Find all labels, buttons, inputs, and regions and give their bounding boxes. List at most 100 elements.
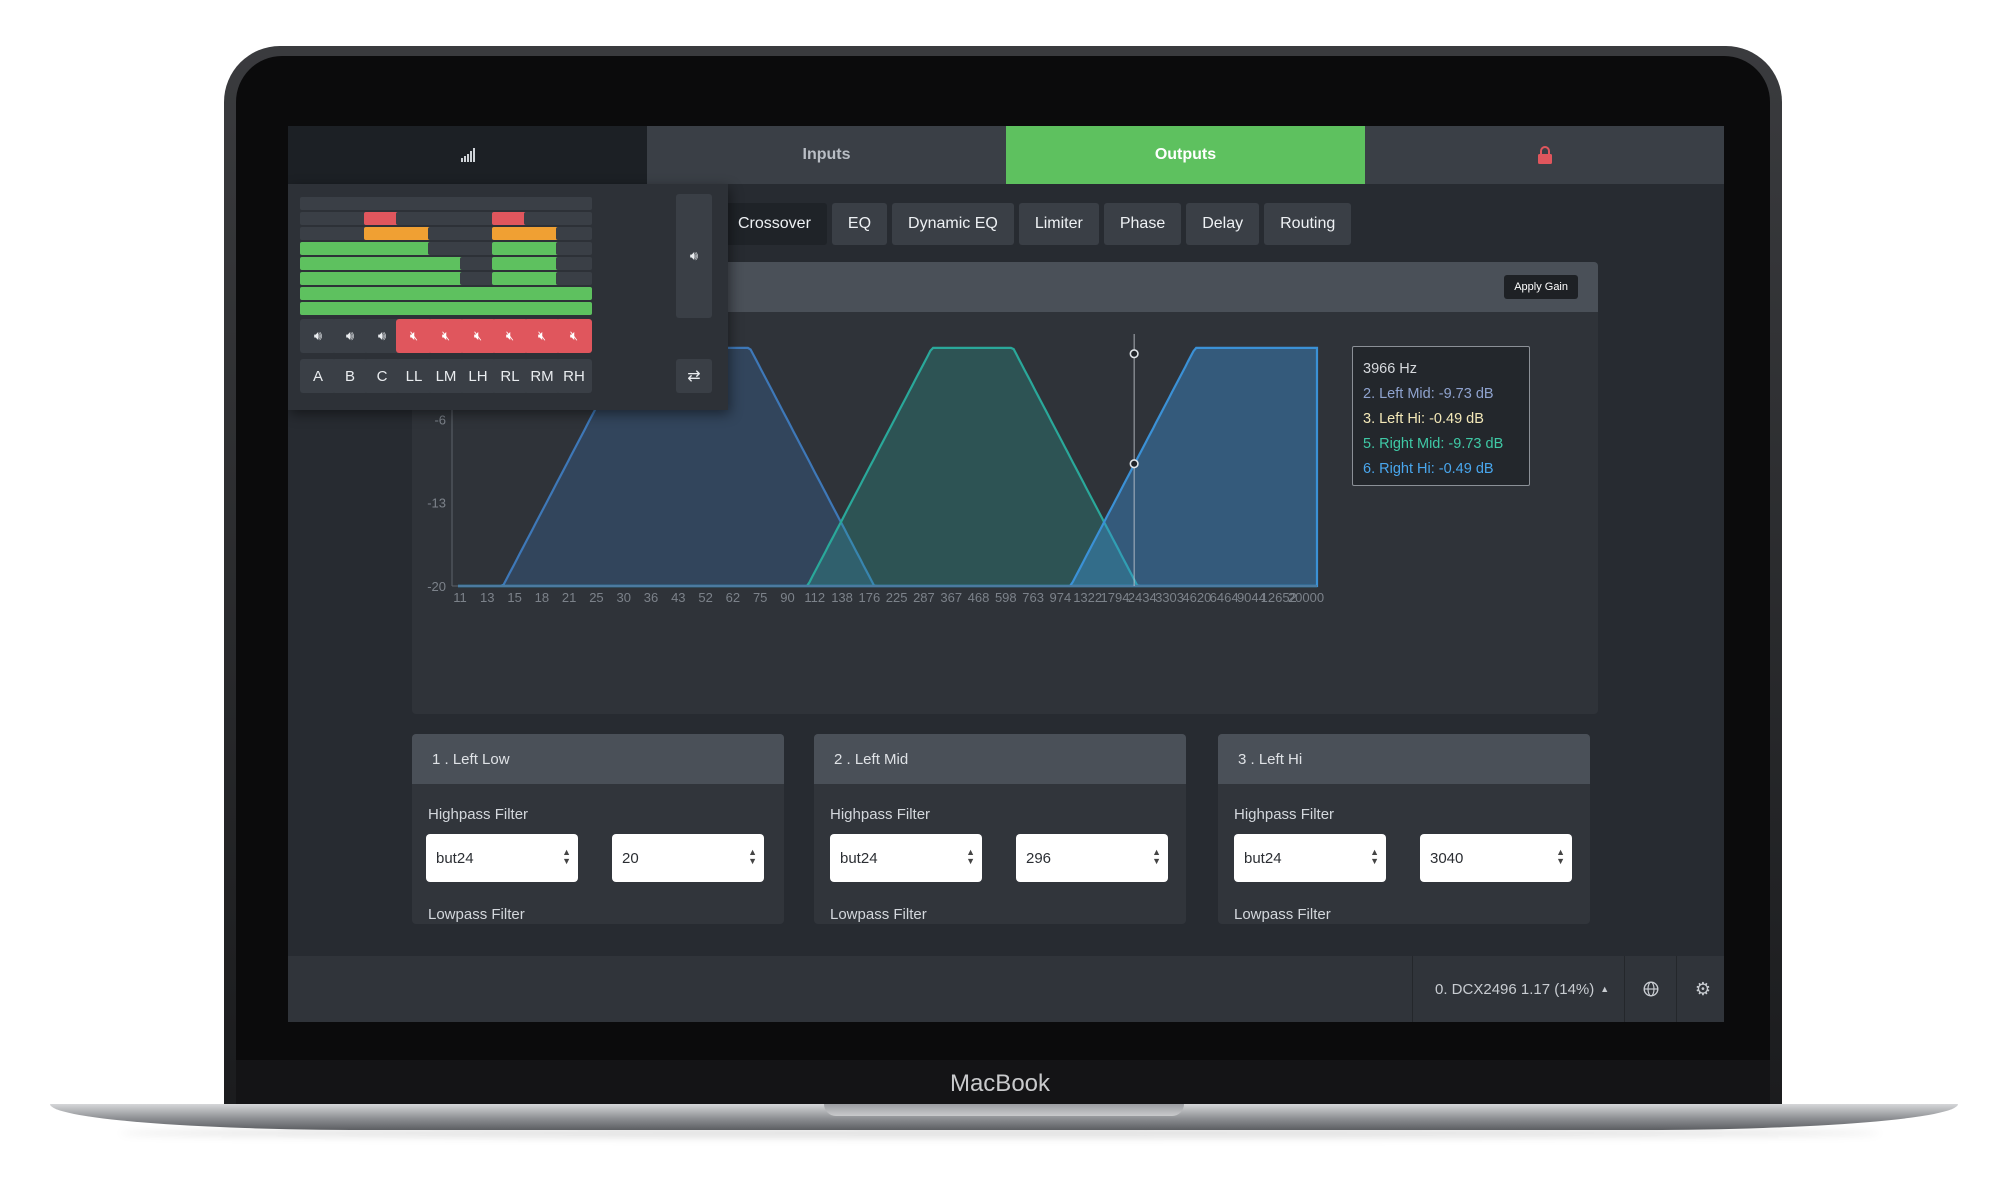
- tooltip-line: 2. Left Mid: -9.73 dB: [1363, 386, 1494, 402]
- mute-button-a[interactable]: 🔊︎: [300, 319, 336, 353]
- meter-segment: [300, 212, 336, 225]
- tab-lock[interactable]: [1365, 126, 1724, 184]
- channel-button-rl[interactable]: RL: [492, 359, 528, 393]
- meter-segment: [524, 227, 560, 240]
- tooltip-line: 6. Right Hi: -0.49 dB: [1363, 461, 1494, 477]
- meter-segment: [396, 302, 432, 315]
- tab-limiter[interactable]: Limiter: [1018, 203, 1099, 245]
- shuffle-button[interactable]: ⇄: [676, 359, 712, 393]
- x-tick-label: 1322: [1073, 590, 1102, 605]
- meter-segment: [332, 272, 368, 285]
- meter-segment: [332, 212, 368, 225]
- meter-segment: [396, 227, 432, 240]
- select-value: 296: [1026, 849, 1052, 867]
- mute-button-lm[interactable]: 🔇︎: [428, 319, 464, 353]
- tab-delay[interactable]: Delay: [1186, 203, 1260, 245]
- highpass-type-select[interactable]: but24 ▲ ▼: [426, 834, 578, 882]
- stepper-icon: ▲ ▼: [748, 847, 757, 866]
- meter-segment: [332, 197, 368, 210]
- apply-gain-button[interactable]: Apply Gain: [1504, 275, 1578, 299]
- channel-button-ll[interactable]: LL: [396, 359, 432, 393]
- channel-button-a[interactable]: A: [300, 359, 336, 393]
- mute-button-ll[interactable]: 🔇︎: [396, 319, 432, 353]
- meter-segment: [492, 302, 528, 315]
- highpass-freq-select[interactable]: 296 ▲ ▼: [1016, 834, 1168, 882]
- highpass-type-select[interactable]: but24 ▲ ▼: [830, 834, 982, 882]
- mute-button-rh[interactable]: 🔇︎: [556, 319, 592, 353]
- x-tick-label: 90: [780, 590, 794, 605]
- tab-crossover[interactable]: Crossover: [722, 203, 827, 245]
- meter-segment: [396, 242, 432, 255]
- tab-inputs[interactable]: Inputs: [647, 126, 1006, 184]
- meter-segment: [396, 287, 432, 300]
- meter-segment: [428, 242, 464, 255]
- x-tick-label: 468: [968, 590, 990, 605]
- x-tick-label: 20000: [1288, 590, 1324, 605]
- tab-phase[interactable]: Phase: [1103, 203, 1182, 245]
- speaker-muted-icon: 🔇︎: [409, 328, 419, 343]
- channel-title: 1 . Left Low: [412, 734, 784, 784]
- x-tick-label: 18: [535, 590, 549, 605]
- channel-button-rh[interactable]: RH: [556, 359, 592, 393]
- meter-segment: [428, 197, 464, 210]
- channel-button-b[interactable]: B: [332, 359, 368, 393]
- highpass-freq-select[interactable]: 20 ▲ ▼: [612, 834, 764, 882]
- device-selector[interactable]: 0. DCX2496 1.17 (14%) ▲: [1412, 956, 1631, 1022]
- meter-segment: [492, 272, 528, 285]
- meter-segment: [460, 257, 496, 270]
- channel-button-rm[interactable]: RM: [524, 359, 560, 393]
- meter-segment: [524, 212, 560, 225]
- meter-segment: [364, 242, 400, 255]
- globe-button[interactable]: [1624, 956, 1677, 1022]
- stepper-icon: ▲ ▼: [562, 847, 571, 866]
- meter-segment: [492, 227, 528, 240]
- tab-routing[interactable]: Routing: [1264, 203, 1352, 245]
- settings-button[interactable]: ⚙︎: [1676, 956, 1724, 1022]
- highpass-type-select[interactable]: but24 ▲ ▼: [1234, 834, 1386, 882]
- stepper-icon: ▲ ▼: [966, 847, 975, 866]
- x-tick-label: 36: [644, 590, 658, 605]
- tab-dynamic-eq[interactable]: Dynamic EQ: [892, 203, 1014, 245]
- tab-signal[interactable]: [288, 126, 647, 184]
- mute-button-rl[interactable]: 🔇︎: [492, 319, 528, 353]
- meter-segment: [524, 257, 560, 270]
- channel-panel-left-low: 1 . Left Low Highpass Filter but24 ▲ ▼ 20 ▲…: [412, 734, 784, 924]
- channel-button-lm[interactable]: LM: [428, 359, 464, 393]
- meter-segment: [364, 257, 400, 270]
- cursor-point: [1129, 459, 1139, 469]
- x-tick-label: 3303: [1155, 590, 1184, 605]
- meter-segment: [556, 272, 592, 285]
- meter-segment: [492, 287, 528, 300]
- mute-button-c[interactable]: 🔊︎: [364, 319, 400, 353]
- meter-segment: [364, 197, 400, 210]
- mute-button-lh[interactable]: 🔇︎: [460, 319, 496, 353]
- shuffle-icon: ⇄: [687, 368, 701, 385]
- caret-up-icon: ▲: [1600, 984, 1610, 994]
- channel-button-c[interactable]: C: [364, 359, 400, 393]
- master-volume-button[interactable]: 🔊︎: [676, 194, 712, 318]
- meter-segment: [300, 227, 336, 240]
- x-tick-label: 367: [940, 590, 962, 605]
- x-tick-label: 62: [726, 590, 740, 605]
- meter-segment: [300, 242, 336, 255]
- mute-button-b[interactable]: 🔊︎: [332, 319, 368, 353]
- mute-button-rm[interactable]: 🔇︎: [524, 319, 560, 353]
- meter-segment: [460, 212, 496, 225]
- x-tick-label: 21: [562, 590, 576, 605]
- meter-segment: [524, 287, 560, 300]
- meter-segment: [556, 287, 592, 300]
- highpass-freq-select[interactable]: 3040 ▲ ▼: [1420, 834, 1572, 882]
- level-meter-overlay: 🔊︎ ⇄ 🔊︎ A 🔊︎ B 🔊︎ C 🔇︎ LL 🔇︎ LM 🔇︎ LH 🔇︎ RL 🔇︎ RM 🔇︎ RH: [288, 184, 728, 410]
- speaker-icon: 🔊︎: [313, 328, 323, 343]
- tab-outputs[interactable]: Outputs: [1006, 126, 1365, 184]
- meter-segment: [300, 197, 336, 210]
- meter-segment: [460, 272, 496, 285]
- tab-eq[interactable]: EQ: [831, 203, 888, 245]
- speaker-icon: 🔊︎: [689, 248, 699, 263]
- channel-button-lh[interactable]: LH: [460, 359, 496, 393]
- status-footer: 0. DCX2496 1.17 (14%) ▲ ⚙︎: [288, 956, 1724, 1022]
- meter-segment: [492, 197, 528, 210]
- meter-segment: [332, 257, 368, 270]
- tooltip-line: 5. Right Mid: -9.73 dB: [1363, 436, 1504, 452]
- highpass-label: Highpass Filter: [830, 806, 931, 823]
